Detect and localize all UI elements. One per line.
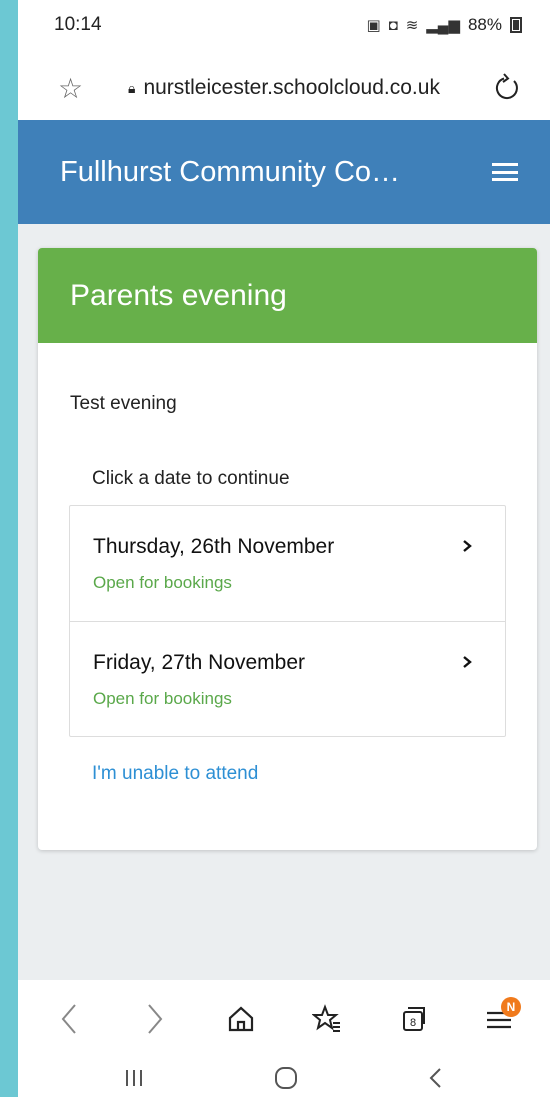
card-header: Parents evening bbox=[38, 248, 537, 343]
android-nav-bar bbox=[18, 1058, 550, 1097]
forward-button[interactable] bbox=[131, 995, 179, 1043]
reload-icon[interactable] bbox=[492, 73, 522, 103]
main-content: Parents evening Test evening Click a dat… bbox=[18, 224, 550, 980]
battery-level: 88% bbox=[467, 15, 502, 34]
alarm-icon: ◘ bbox=[388, 16, 398, 34]
back-nav-icon[interactable] bbox=[426, 1066, 446, 1090]
date-label: Thursday, 26th November bbox=[93, 535, 335, 558]
browser-toolbar: 8 N bbox=[18, 980, 550, 1058]
wifi-icon: ≋ bbox=[405, 17, 419, 34]
status-icons: ▣ ◘ ≋ ▂▄▆ 88% bbox=[366, 15, 522, 35]
nfc-icon: ▣ bbox=[366, 17, 381, 34]
chevron-right-icon bbox=[463, 540, 472, 552]
chevron-right-icon bbox=[463, 656, 472, 668]
date-label: Friday, 27th November bbox=[93, 651, 306, 674]
date-item-friday[interactable]: Friday, 27th November Open for bookings bbox=[70, 621, 505, 736]
recent-apps-icon[interactable] bbox=[122, 1067, 146, 1089]
status-time: 10:14 bbox=[54, 14, 102, 35]
signal-icon: ▂▄▆ bbox=[426, 17, 460, 34]
date-status: Open for bookings bbox=[93, 573, 232, 592]
event-name: Test evening bbox=[70, 393, 177, 414]
bookmark-star-icon[interactable]: ☆ bbox=[58, 72, 98, 105]
url-text[interactable]: nurstleicester.schoolcloud.co.uk bbox=[143, 76, 492, 100]
date-status: Open for bookings bbox=[93, 689, 232, 708]
tab-count: 8 bbox=[410, 1017, 416, 1029]
url-bar[interactable]: ☆ 🔒︎ nurstleicester.schoolcloud.co.uk bbox=[18, 62, 550, 114]
dates-list: Thursday, 26th November Open for booking… bbox=[69, 505, 506, 737]
notification-badge: N bbox=[501, 997, 521, 1017]
home-button[interactable] bbox=[217, 995, 265, 1043]
home-nav-icon[interactable] bbox=[273, 1065, 299, 1091]
date-item-thursday[interactable]: Thursday, 26th November Open for booking… bbox=[70, 506, 505, 621]
phone-screen: 10:14 ▣ ◘ ≋ ▂▄▆ 88% ☆ 🔒︎ nurstleicester.… bbox=[18, 0, 550, 1097]
lock-icon: 🔒︎ bbox=[128, 79, 136, 96]
battery-icon bbox=[510, 17, 522, 33]
back-arrow-icon bbox=[61, 1004, 76, 1034]
app-title: Fullhurst Community Co… bbox=[60, 155, 401, 188]
tabs-icon: 8 bbox=[403, 1007, 425, 1031]
forward-arrow-icon bbox=[148, 1004, 163, 1034]
back-button[interactable] bbox=[45, 995, 93, 1043]
hamburger-menu-icon[interactable] bbox=[492, 163, 518, 181]
app-header: Fullhurst Community Co… bbox=[18, 120, 550, 224]
bookmarks-icon bbox=[312, 1004, 340, 1032]
tabs-button[interactable]: 8 bbox=[389, 995, 437, 1043]
parents-evening-card: Parents evening Test evening Click a dat… bbox=[38, 248, 537, 850]
unable-to-attend-link[interactable]: I'm unable to attend bbox=[92, 763, 258, 785]
bookmarks-button[interactable] bbox=[303, 995, 351, 1043]
home-icon bbox=[228, 1006, 254, 1032]
date-prompt: Click a date to continue bbox=[92, 468, 290, 489]
menu-button[interactable]: N bbox=[475, 995, 523, 1043]
status-bar: 10:14 ▣ ◘ ≋ ▂▄▆ 88% bbox=[18, 0, 550, 50]
